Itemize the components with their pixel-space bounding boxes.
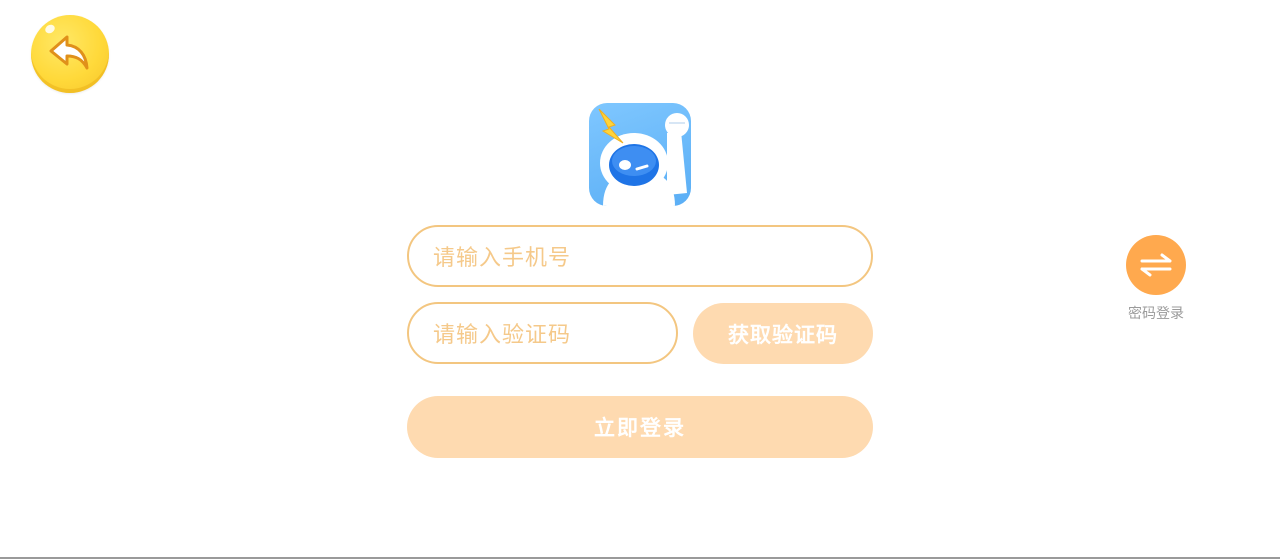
switch-login-circle[interactable] xyxy=(1126,235,1186,295)
app-logo xyxy=(589,103,691,206)
switch-login-label: 密码登录 xyxy=(1128,306,1184,322)
login-button[interactable]: 立即登录 xyxy=(407,396,873,458)
back-arrow-icon xyxy=(49,35,89,70)
swap-arrows-icon xyxy=(1140,253,1172,277)
phone-input-placeholder: 请输入手机号 xyxy=(433,246,572,271)
robot-mascot-icon xyxy=(598,108,689,206)
switch-to-password-login[interactable]: 密码登录 xyxy=(1118,235,1194,327)
login-page: 请输入手机号 请输入验证码 获取验证码 立即登录 密码登录 xyxy=(0,0,1280,559)
get-code-button[interactable]: 获取验证码 xyxy=(693,303,873,364)
back-button[interactable] xyxy=(31,15,109,93)
phone-input[interactable]: 请输入手机号 xyxy=(407,225,873,287)
verification-code-input[interactable]: 请输入验证码 xyxy=(407,302,678,364)
verification-code-placeholder: 请输入验证码 xyxy=(433,323,572,348)
